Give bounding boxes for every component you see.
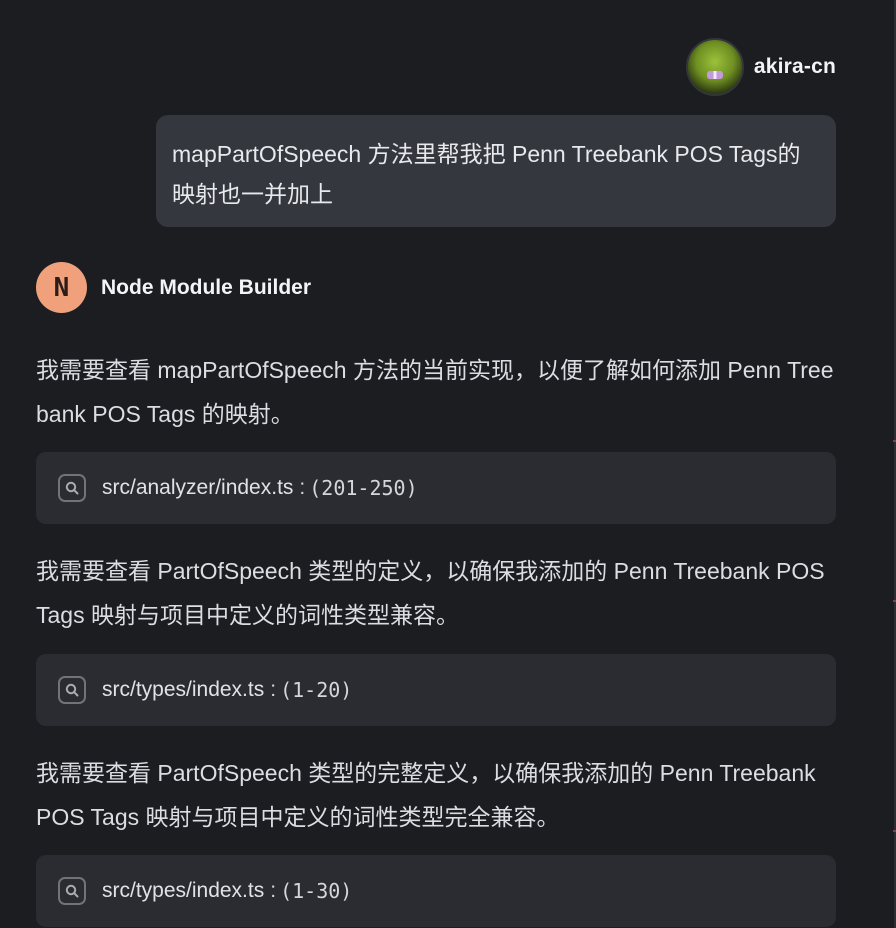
user-header: akira-cn: [685, 38, 836, 96]
tool-call-card[interactable]: src/types/index.ts : (1-30): [36, 855, 836, 927]
assistant-avatar: N: [36, 262, 87, 313]
tool-line-range: (1-20): [280, 678, 353, 702]
assistant-message: 我需要查看 PartOfSpeech 类型的完整定义，以确保我添加的 Penn …: [36, 760, 816, 830]
tool-call-card[interactable]: src/types/index.ts : (1-20): [36, 654, 836, 726]
assistant-name: Node Module Builder: [101, 275, 311, 299]
tool-call-card[interactable]: src/analyzer/index.ts : (201-250): [36, 452, 836, 524]
search-icon: [58, 474, 86, 502]
tool-line-range: (201-250): [309, 476, 418, 500]
tool-line-range: (1-30): [280, 879, 353, 903]
tool-file-path: src/types/index.ts: [102, 879, 265, 902]
user-name: akira-cn: [753, 55, 836, 78]
search-icon: [58, 676, 86, 704]
assistant-message: 我需要查看 mapPartOfSpeech 方法的当前实现，以便了解如何添加 P…: [36, 357, 834, 427]
user-message-bubble: mapPartOfSpeech 方法里帮我把 Penn Treebank POS…: [156, 115, 836, 227]
user-avatar[interactable]: [685, 38, 744, 96]
assistant-header: N Node Module Builder: [36, 262, 311, 313]
tool-separator: :: [270, 879, 277, 902]
tool-file-path: src/types/index.ts: [102, 678, 265, 701]
search-icon: [58, 877, 86, 905]
tool-file-path: src/analyzer/index.ts: [102, 476, 294, 499]
tool-separator: :: [299, 476, 306, 499]
tool-separator: :: [270, 678, 277, 701]
assistant-message: 我需要查看 PartOfSpeech 类型的定义，以确保我添加的 Penn Tr…: [36, 558, 825, 628]
